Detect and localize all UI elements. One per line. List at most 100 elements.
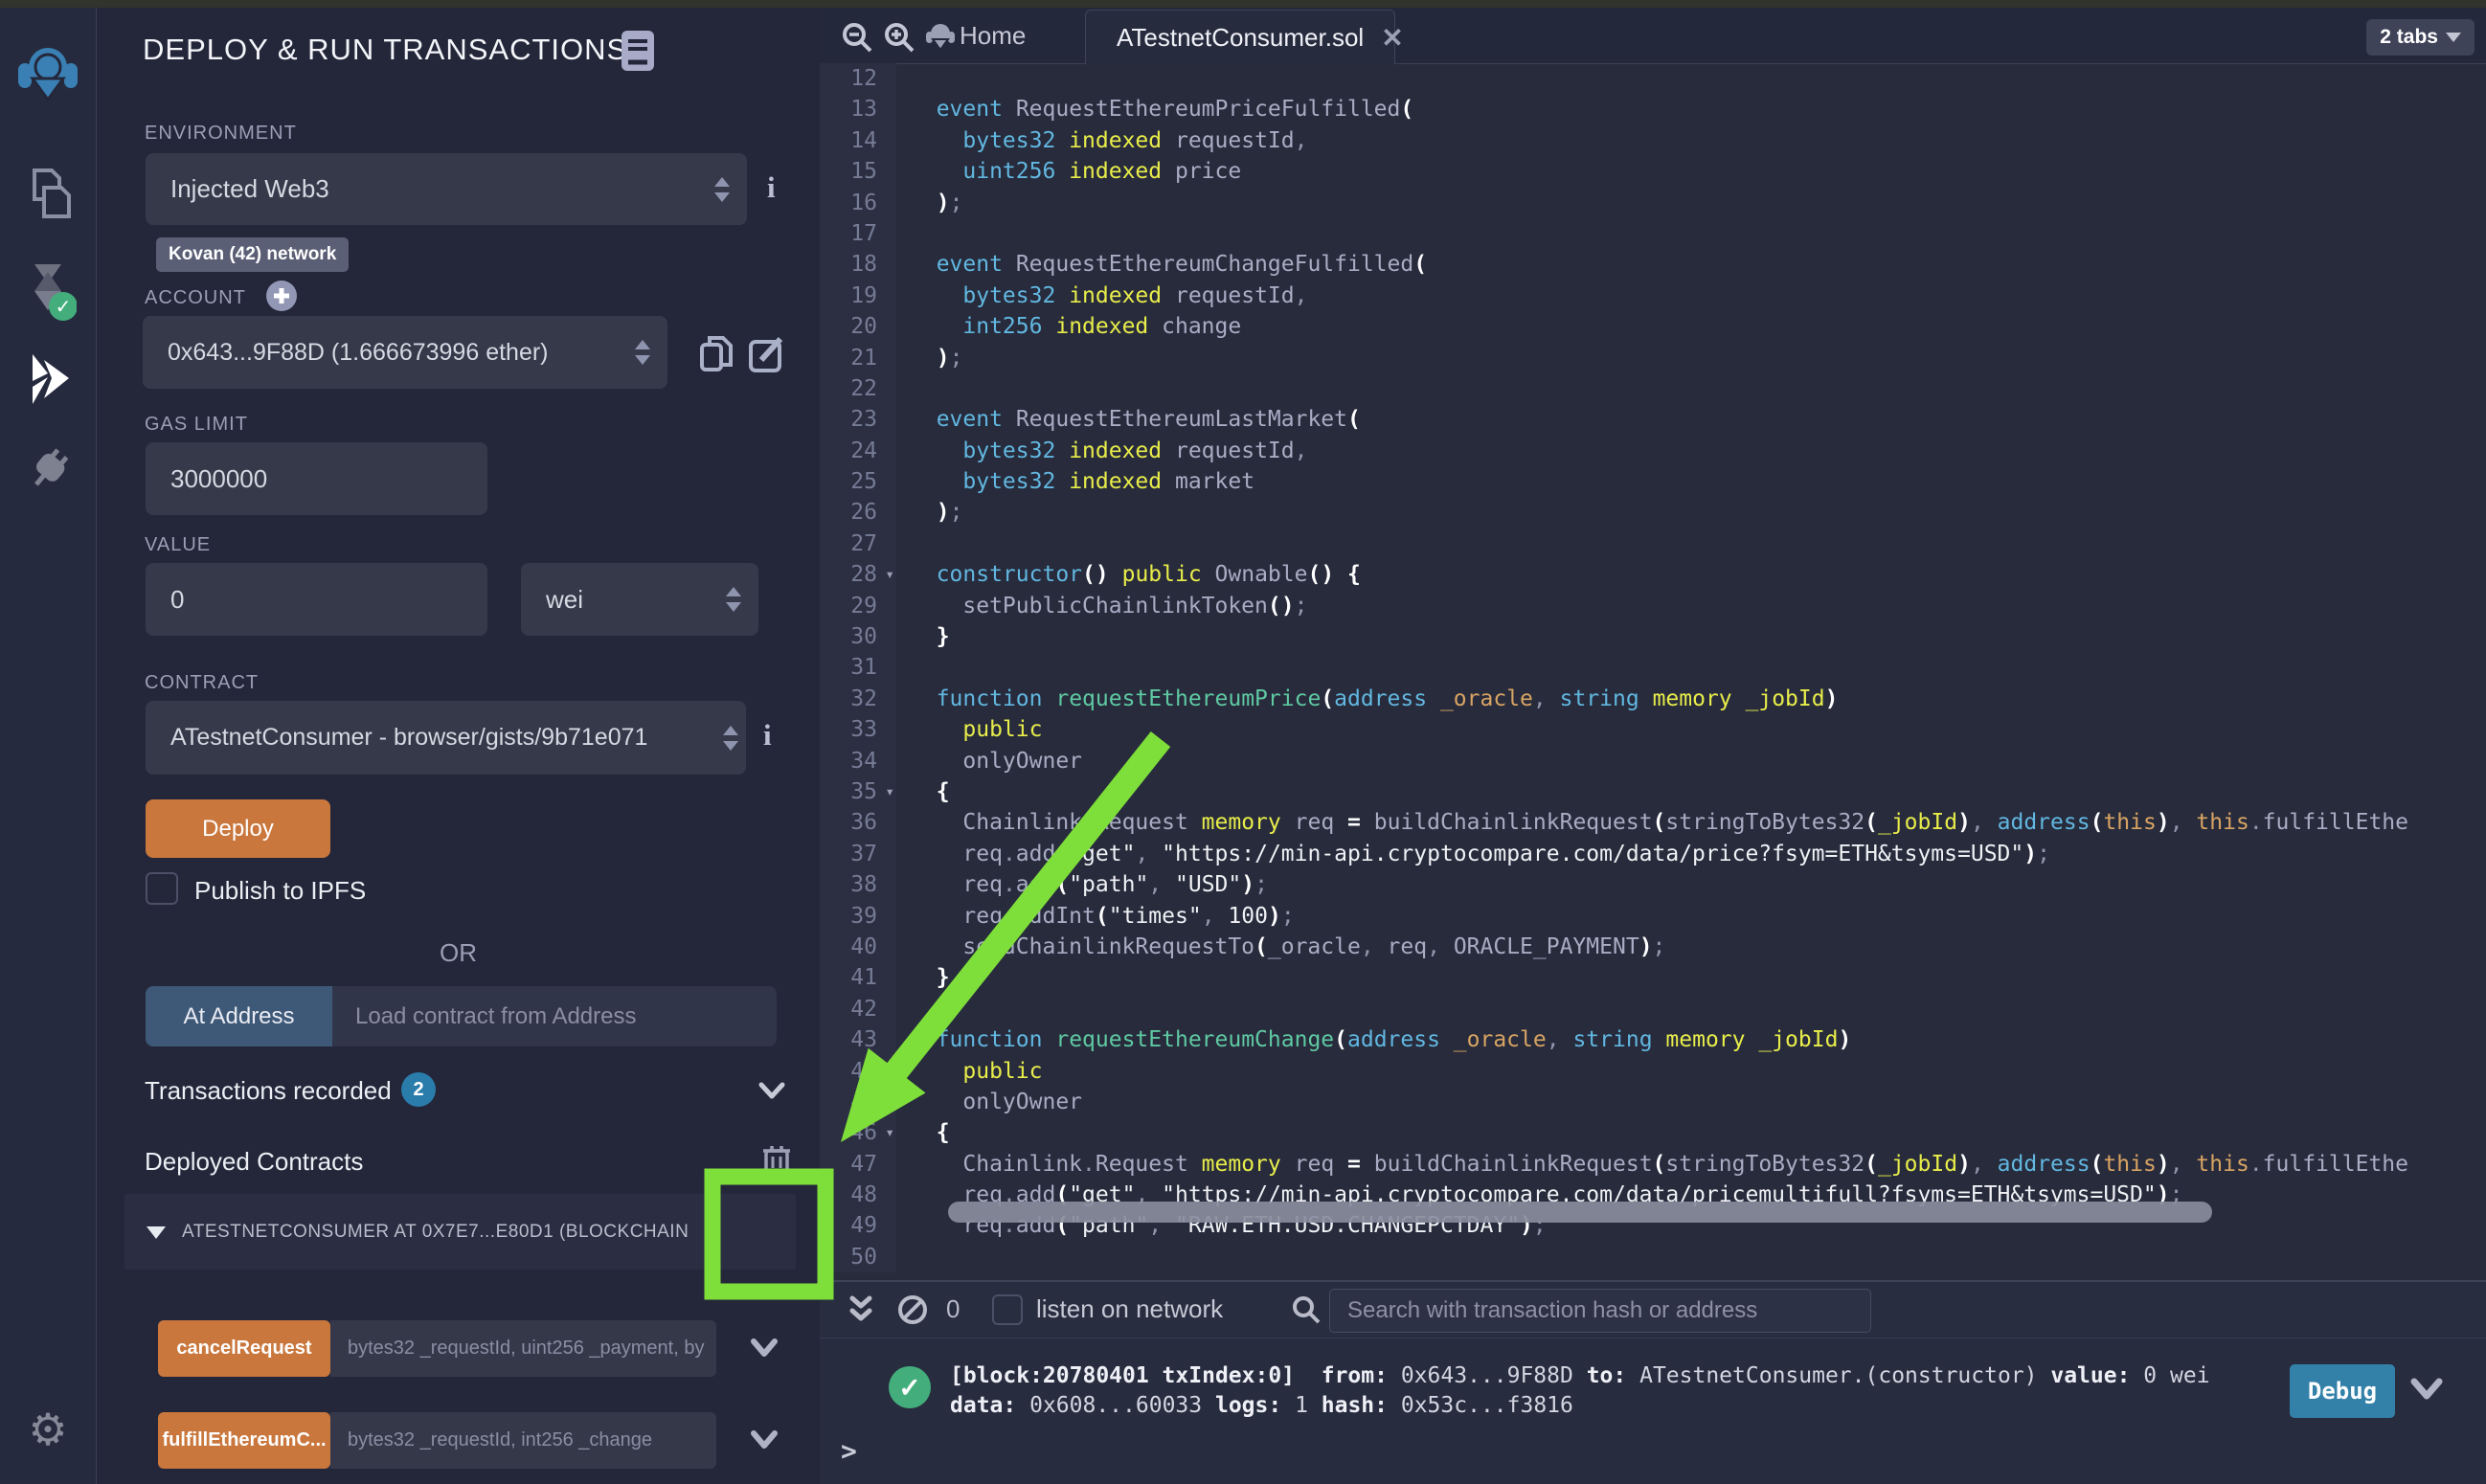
zoom-in-icon[interactable] xyxy=(883,21,915,54)
code-line: 19 bytes32 indexed requestId, xyxy=(820,281,2486,311)
add-account-icon[interactable] xyxy=(265,280,298,312)
expand-function-chevron-icon[interactable] xyxy=(750,1428,779,1451)
caret-down-icon[interactable] xyxy=(146,1225,167,1240)
contract-label: CONTRACT xyxy=(145,672,259,694)
code-line: 39 req.addInt("times", 100); xyxy=(820,901,2486,932)
code-line: 26 ); xyxy=(820,497,2486,528)
listen-network-checkbox[interactable] xyxy=(992,1294,1023,1325)
environment-select[interactable]: Injected Web3 xyxy=(146,153,747,225)
code-line: 23 event RequestEthereumLastMarket( xyxy=(820,404,2486,435)
copy-account-icon[interactable] xyxy=(698,333,734,373)
contract-info-icon[interactable]: i xyxy=(763,718,772,753)
code-line: 12 xyxy=(820,63,2486,94)
environment-label: ENVIRONMENT xyxy=(145,123,297,145)
clear-console-icon[interactable] xyxy=(896,1293,929,1326)
terminal-toolbar: 0 listen on network Search with transact… xyxy=(820,1282,2486,1338)
debug-button[interactable]: Debug xyxy=(2290,1364,2395,1418)
code-line: 21 ); xyxy=(820,343,2486,373)
fold-caret-icon[interactable]: ▾ xyxy=(885,559,894,590)
environment-info-icon[interactable]: i xyxy=(767,170,776,205)
expand-function-chevron-icon[interactable] xyxy=(750,1337,779,1360)
value-input[interactable]: 0 xyxy=(146,563,487,636)
code-line: 25 bytes32 indexed market xyxy=(820,466,2486,497)
select-spinner-icon xyxy=(635,340,650,365)
fulfill-ethereum-button[interactable]: fulfillEthereumC... xyxy=(158,1412,330,1469)
code-line: 20 int256 indexed change xyxy=(820,311,2486,342)
settings-gear-icon[interactable]: ⚙ xyxy=(28,1404,67,1455)
expand-terminal-icon[interactable] xyxy=(847,1294,875,1325)
network-badge: Kovan (42) network xyxy=(156,237,349,272)
code-line: 38 req.add("path", "USD"); xyxy=(820,869,2486,900)
fold-caret-icon[interactable]: ▾ xyxy=(885,1117,894,1148)
code-line: 33 public xyxy=(820,714,2486,745)
publish-ipfs-checkbox[interactable] xyxy=(146,872,178,905)
solidity-compiler-icon[interactable]: ✓ xyxy=(19,259,77,322)
code-line: 42 xyxy=(820,994,2486,1024)
terminal-search-input[interactable]: Search with transaction hash or address xyxy=(1329,1289,1871,1333)
code-line: 13 event RequestEthereumPriceFulfilled( xyxy=(820,94,2486,124)
plugin-manager-icon[interactable] xyxy=(21,440,75,498)
horizontal-scrollbar[interactable] xyxy=(948,1202,2212,1223)
editor-tabbar: Home ATestnetConsumer.sol ✕ 2 tabs xyxy=(820,8,2486,64)
gas-limit-input[interactable]: 3000000 xyxy=(146,442,487,515)
contract-select[interactable]: ATestnetConsumer - browser/gists/9b71e07… xyxy=(146,701,746,775)
deploy-button[interactable]: Deploy xyxy=(146,799,330,858)
publish-ipfs-label: Publish to IPFS xyxy=(194,876,366,906)
tab-active-file[interactable]: ATestnetConsumer.sol ✕ xyxy=(1085,10,1395,64)
code-line: 22 xyxy=(820,373,2486,404)
code-line: 35▾ { xyxy=(820,776,2486,807)
tab-home[interactable]: Home xyxy=(960,8,1026,63)
close-tab-icon[interactable]: ✕ xyxy=(1381,22,1403,54)
code-line: 37 req.add("get", "https://min-api.crypt… xyxy=(820,839,2486,869)
contract-doc-icon xyxy=(620,29,658,73)
code-line: 15 uint256 indexed price xyxy=(820,156,2486,187)
code-line: 30 } xyxy=(820,621,2486,652)
code-line: 34 onlyOwner xyxy=(820,746,2486,776)
value-label: VALUE xyxy=(145,534,211,556)
transactions-recorded-label: Transactions recorded xyxy=(145,1076,392,1106)
code-line: 44 public xyxy=(820,1056,2486,1087)
remix-logo-icon[interactable] xyxy=(16,40,79,107)
or-divider: OR xyxy=(97,938,820,968)
code-line: 50 xyxy=(820,1242,2486,1272)
select-spinner-icon xyxy=(714,177,730,202)
at-address-input[interactable]: Load contract from Address xyxy=(332,986,777,1046)
deploy-run-panel: DEPLOY & RUN TRANSACTIONS ENVIRONMENT In… xyxy=(97,8,821,1484)
select-spinner-icon xyxy=(726,587,741,612)
code-line: 45 onlyOwner xyxy=(820,1087,2486,1117)
code-line: 18 event RequestEthereumChangeFulfilled( xyxy=(820,249,2486,280)
fold-caret-icon[interactable]: ▾ xyxy=(885,776,894,807)
cancel-request-input[interactable]: bytes32 _requestId, uint256 _payment, by xyxy=(330,1320,716,1377)
edit-account-icon[interactable] xyxy=(748,335,786,373)
code-line: 46▾ { xyxy=(820,1117,2486,1148)
deployed-contract-header[interactable]: ATESTNETCONSUMER AT 0X7E7...E80D1 (BLOCK… xyxy=(124,1194,796,1270)
file-explorer-icon[interactable] xyxy=(21,167,75,222)
expand-log-chevron-icon[interactable] xyxy=(2409,1376,2444,1403)
svg-text:✓: ✓ xyxy=(56,295,72,318)
select-spinner-icon xyxy=(723,726,738,751)
value-unit-select[interactable]: wei xyxy=(521,563,758,636)
code-line: 36 Chainlink.Request memory req = buildC… xyxy=(820,807,2486,838)
trash-icon[interactable] xyxy=(761,1141,792,1178)
tabs-count-badge[interactable]: 2 tabs xyxy=(2366,19,2475,56)
terminal-prompt[interactable]: > xyxy=(841,1435,857,1467)
transactions-chevron-down-icon[interactable] xyxy=(757,1080,786,1101)
cancel-request-button[interactable]: cancelRequest xyxy=(158,1320,330,1377)
code-line: 43 function requestEthereumChange(addres… xyxy=(820,1024,2486,1055)
terminal: 0 listen on network Search with transact… xyxy=(820,1280,2486,1484)
deployed-contract-title: ATESTNETCONSUMER AT 0X7E7...E80D1 (BLOCK… xyxy=(182,1222,689,1243)
chevron-down-icon xyxy=(2446,33,2461,42)
remix-ide: ✓ ⚙ DEPLOY & RUN TRANSACTIONS xyxy=(0,0,2486,1484)
fulfill-ethereum-input[interactable]: bytes32 _requestId, int256 _change xyxy=(330,1412,716,1469)
at-address-button[interactable]: At Address xyxy=(146,986,332,1046)
tx-success-icon: ✓ xyxy=(889,1366,931,1408)
transaction-log[interactable]: [block:20780401 txIndex:0] from: 0x643..… xyxy=(950,1361,2210,1421)
code-line: 29 setPublicChainlinkToken(); xyxy=(820,591,2486,621)
top-strip xyxy=(0,0,2486,8)
account-select[interactable]: 0x643...9F88D (1.666673996 ether) xyxy=(143,316,667,389)
zoom-out-icon[interactable] xyxy=(841,21,873,54)
listen-network-label: listen on network xyxy=(1036,1294,1223,1324)
code-lines[interactable]: 1213 event RequestEthereumPriceFulfilled… xyxy=(820,63,2486,1280)
deploy-and-run-icon[interactable] xyxy=(19,349,77,408)
code-line: 16 ); xyxy=(820,188,2486,218)
